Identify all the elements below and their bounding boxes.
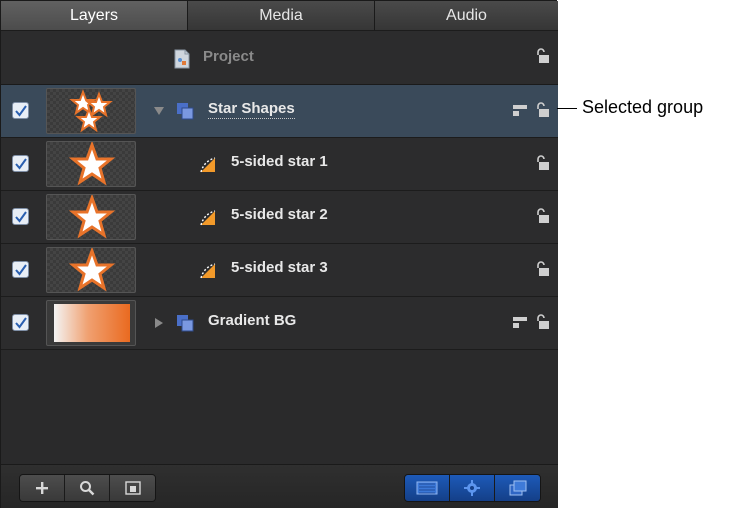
isolate-icon [124,481,141,495]
lock-icon[interactable] [534,154,550,172]
callout-line [557,108,577,109]
layers-list-empty-area[interactable] [1,350,558,464]
checkmark-icon [15,317,27,329]
layer-row-star-2[interactable]: 5-sided star 2 [1,191,558,244]
search-icon [80,481,95,496]
group-mode-icon[interactable] [512,314,528,330]
search-button[interactable] [65,475,110,501]
show-masks-button[interactable] [405,475,450,501]
layer-thumbnail [46,300,136,346]
checkmark-icon [15,158,27,170]
layer-row-gradient-bg[interactable]: Gradient BG [1,297,558,350]
tab-layers[interactable]: Layers [1,1,188,31]
add-icon [36,482,48,494]
checkmark-icon [15,264,27,276]
visibility-checkbox[interactable] [12,208,29,225]
visibility-checkbox[interactable] [12,102,29,119]
layer-label[interactable]: 5-sided star 1 [231,153,328,170]
layer-thumbnail [46,141,136,187]
group-mode-icon[interactable] [512,102,528,118]
tab-bar: Layers Media Audio [1,1,558,31]
show-masks-icon [416,481,438,495]
visibility-checkbox[interactable] [12,155,29,172]
layer-thumbnail [46,247,136,293]
stars-thumbnail-icon [69,89,113,133]
layer-row-star-3[interactable]: 5-sided star 3 [1,244,558,297]
lock-icon[interactable] [534,207,550,225]
isolate-button[interactable] [110,475,155,501]
project-row[interactable]: Project [1,31,558,85]
star-thumbnail-icon [68,195,116,239]
layer-thumbnail [46,194,136,240]
layer-label[interactable]: Star Shapes [208,100,295,119]
callout-label: Selected group [582,97,704,117]
show-behaviors-button[interactable] [450,475,495,501]
layer-label[interactable]: 5-sided star 2 [231,206,328,223]
shape-icon [200,263,216,279]
layer-thumbnail [46,88,136,134]
checkmark-icon [15,105,27,117]
visibility-checkbox[interactable] [12,314,29,331]
shape-icon [200,157,216,173]
lock-icon[interactable] [534,260,550,278]
layer-label[interactable]: 5-sided star 3 [231,259,328,276]
group-icon [177,103,194,120]
star-thumbnail-icon [68,248,116,292]
checkmark-icon [15,211,27,223]
layer-label[interactable]: Gradient BG [208,312,296,329]
right-button-group [404,474,541,502]
tab-audio[interactable]: Audio [375,1,558,31]
shape-icon [200,210,216,226]
left-button-group [19,474,156,502]
project-document-icon [174,49,190,69]
gradient-thumbnail [54,304,130,342]
lock-icon[interactable] [534,313,550,331]
gear-icon [464,480,480,496]
disclosure-collapsed-icon[interactable] [153,317,165,329]
bottom-toolbar [1,464,558,508]
group-icon [177,315,194,332]
layers-panel: Layers Media Audio Project Star Shapes 5… [0,0,558,508]
disclosure-expanded-icon[interactable] [153,105,165,117]
lock-icon[interactable] [534,101,550,119]
layer-row-star-1[interactable]: 5-sided star 1 [1,138,558,191]
add-button[interactable] [20,475,65,501]
tab-media[interactable]: Media [188,1,375,31]
visibility-checkbox[interactable] [12,261,29,278]
layer-row-star-shapes[interactable]: Star Shapes [1,85,558,138]
show-layers-button[interactable] [495,475,540,501]
star-thumbnail-icon [68,142,116,186]
lock-icon[interactable] [534,47,550,65]
layers-icon [509,480,526,496]
project-label: Project [203,48,254,65]
